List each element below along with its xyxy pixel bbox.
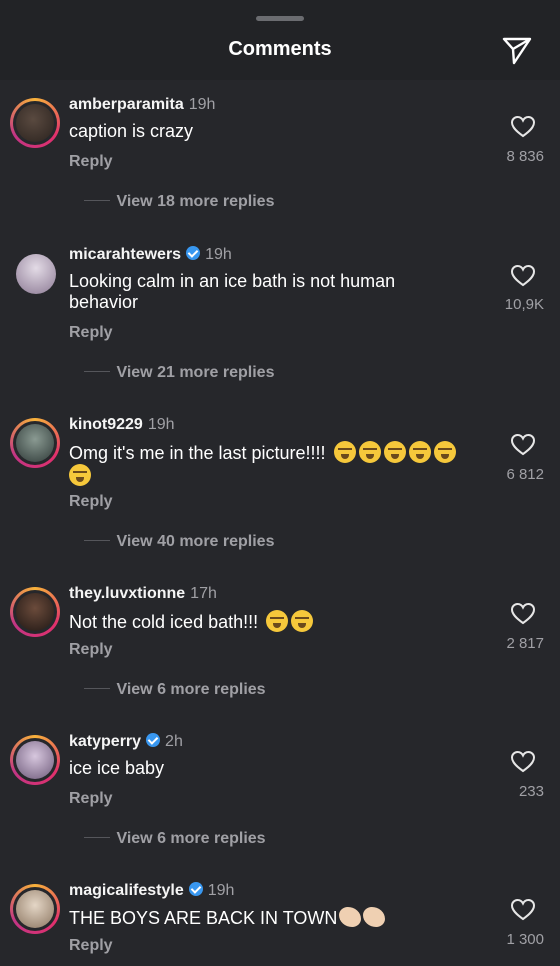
like-count: 233 <box>518 783 544 800</box>
comment-text: ice ice baby <box>69 758 165 778</box>
loudly-crying-face-icon <box>333 441 356 463</box>
comment-meta: magicalifestyle 19h <box>69 882 234 900</box>
reply-button[interactable]: Reply <box>69 153 113 171</box>
clapping-hands-icon <box>363 907 386 927</box>
comment-text-content: Omg it's me in the last picture!!!! <box>69 443 326 463</box>
comment-meta: they.luvxtionne 17h <box>69 585 217 603</box>
timestamp: 19h <box>188 96 216 113</box>
view-more-replies-button[interactable]: View 18 more replies <box>84 193 274 211</box>
drag-handle[interactable] <box>256 16 304 21</box>
heart-icon[interactable] <box>510 750 536 774</box>
view-more-replies-label: View 6 more replies <box>116 681 266 698</box>
reply-button[interactable]: Reply <box>69 641 113 659</box>
comment-text: Looking calm in an ice bath is not human… <box>69 271 396 312</box>
page-title: Comments <box>228 38 332 60</box>
loudly-crying-face-icon <box>69 464 91 486</box>
loudly-crying-face-icon <box>383 441 406 463</box>
comment-meta: amberparamita 19h <box>69 96 215 114</box>
reply-button[interactable]: Reply <box>69 937 113 955</box>
avatar[interactable] <box>10 587 60 637</box>
timestamp: 2h <box>165 733 183 750</box>
verified-badge-icon <box>146 733 161 747</box>
timestamp: 17h <box>190 585 217 602</box>
heart-icon[interactable] <box>510 115 536 139</box>
username[interactable]: kinot9229 <box>69 416 143 433</box>
username[interactable]: katyperry <box>69 733 141 750</box>
loudly-crying-face-icon <box>433 441 456 463</box>
view-more-replies-label: View 6 more replies <box>116 830 266 847</box>
view-more-replies-label: View 18 more replies <box>116 193 275 210</box>
like-count: 8 836 <box>506 148 544 165</box>
comment-text: Not the cold iced bath!!! <box>69 610 489 633</box>
like-count: 1 300 <box>506 931 544 948</box>
username[interactable]: amberparamita <box>69 96 184 113</box>
verified-badge-icon <box>186 246 201 260</box>
comment-item: amberparamita 19h caption is crazy Reply … <box>0 80 560 230</box>
username[interactable]: they.luvxtionne <box>69 585 185 602</box>
avatar[interactable] <box>10 98 60 148</box>
timestamp: 19h <box>147 416 175 433</box>
loudly-crying-face-icon <box>408 441 431 463</box>
comment-meta: micarahtewers 19h <box>69 246 232 264</box>
like-count: 2 817 <box>506 635 544 652</box>
avatar[interactable] <box>10 884 60 934</box>
comment-meta: kinot9229 19h <box>69 416 175 434</box>
username[interactable]: magicalifestyle <box>69 882 184 899</box>
divider <box>84 540 110 541</box>
loudly-crying-face-icon <box>266 610 289 632</box>
comments-list: amberparamita 19h caption is crazy Reply … <box>0 80 560 966</box>
comment-text-content: THE BOYS ARE BACK IN TOWN <box>69 908 338 928</box>
divider <box>84 837 110 838</box>
timestamp: 19h <box>207 882 235 899</box>
reply-button[interactable]: Reply <box>69 324 113 342</box>
view-more-replies-button[interactable]: View 6 more replies <box>84 830 266 848</box>
avatar[interactable] <box>10 248 60 298</box>
heart-icon[interactable] <box>510 898 536 922</box>
timestamp: 19h <box>205 246 232 263</box>
loudly-crying-face-icon <box>358 441 381 463</box>
avatar[interactable] <box>10 418 60 468</box>
divider <box>84 688 110 689</box>
comment-item: magicalifestyle 19h THE BOYS ARE BACK IN … <box>0 866 560 966</box>
comment-item: they.luvxtionne 17h Not the cold iced bat… <box>0 569 560 717</box>
reply-button[interactable]: Reply <box>69 493 113 511</box>
comment-text-content: Not the cold iced bath!!! <box>69 612 259 632</box>
heart-icon[interactable] <box>510 433 536 457</box>
comment-item: micarahtewers 19h Looking calm in an ice … <box>0 230 560 400</box>
clapping-hands-icon <box>339 907 362 927</box>
view-more-replies-button[interactable]: View 21 more replies <box>84 364 274 382</box>
view-more-replies-button[interactable]: View 40 more replies <box>84 533 274 551</box>
like-count: 10,9K <box>504 296 544 313</box>
username[interactable]: micarahtewers <box>69 246 181 263</box>
comment-item: katyperry 2h ice ice baby Reply View 6 mo… <box>0 717 560 866</box>
like-count: 6 812 <box>506 466 544 483</box>
heart-icon[interactable] <box>510 264 536 288</box>
comment-text: caption is crazy <box>69 121 194 141</box>
view-more-replies-button[interactable]: View 6 more replies <box>84 681 266 699</box>
comment-meta: katyperry 2h <box>69 733 183 751</box>
comment-text: Omg it's me in the last picture!!!! <box>69 441 489 487</box>
divider <box>84 371 110 372</box>
avatar[interactable] <box>10 735 60 785</box>
heart-icon[interactable] <box>510 602 536 626</box>
send-icon[interactable] <box>500 34 534 68</box>
reply-button[interactable]: Reply <box>69 790 113 808</box>
comment-item: kinot9229 19h Omg it's me in the last pic… <box>0 400 560 569</box>
comments-header: Comments <box>0 0 560 80</box>
view-more-replies-label: View 21 more replies <box>116 364 275 381</box>
view-more-replies-label: View 40 more replies <box>116 533 275 550</box>
verified-badge-icon <box>188 882 203 896</box>
loudly-crying-face-icon <box>291 610 314 632</box>
comment-text: THE BOYS ARE BACK IN TOWN <box>69 907 489 929</box>
divider <box>84 200 110 201</box>
